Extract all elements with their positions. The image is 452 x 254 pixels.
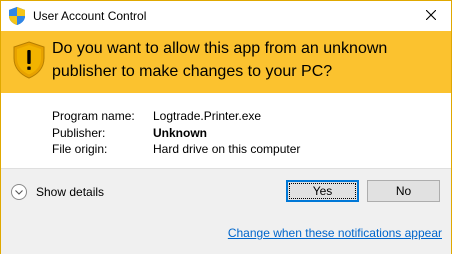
- program-details: Program name: Logtrade.Printer.exe Publi…: [52, 108, 300, 158]
- file-origin-row: File origin: Hard drive on this computer: [52, 141, 300, 158]
- title-bar: User Account Control: [1, 1, 451, 31]
- show-details-toggle[interactable]: Show details: [11, 184, 104, 200]
- chevron-down-icon: [11, 184, 27, 200]
- publisher-label: Publisher:: [52, 125, 106, 140]
- program-name-value: Logtrade.Printer.exe: [153, 109, 262, 123]
- notification-settings-link[interactable]: Change when these notifications appear: [228, 226, 442, 240]
- yes-button[interactable]: Yes: [286, 180, 359, 202]
- show-details-label: Show details: [36, 185, 105, 199]
- file-origin-value: Hard drive on this computer: [153, 142, 301, 156]
- warning-message: Do you want to allow this app from an un…: [52, 40, 388, 80]
- uac-shield-icon: [9, 7, 25, 25]
- no-button[interactable]: No: [367, 180, 440, 202]
- window-title: User Account Control: [33, 9, 147, 23]
- close-icon: [425, 7, 437, 25]
- program-name-row: Program name: Logtrade.Printer.exe: [52, 108, 300, 125]
- publisher-row: Publisher: Unknown: [52, 125, 300, 142]
- uac-dialog: User Account Control Do you want to allo…: [0, 0, 452, 254]
- publisher-value: Unknown: [153, 125, 207, 140]
- dialog-footer: Show details Yes No Change when these no…: [1, 168, 451, 254]
- warning-shield-icon: [13, 41, 45, 79]
- close-button[interactable]: [411, 1, 451, 31]
- file-origin-label: File origin:: [52, 142, 108, 156]
- program-name-label: Program name:: [52, 109, 135, 123]
- warning-banner: Do you want to allow this app from an un…: [1, 31, 451, 93]
